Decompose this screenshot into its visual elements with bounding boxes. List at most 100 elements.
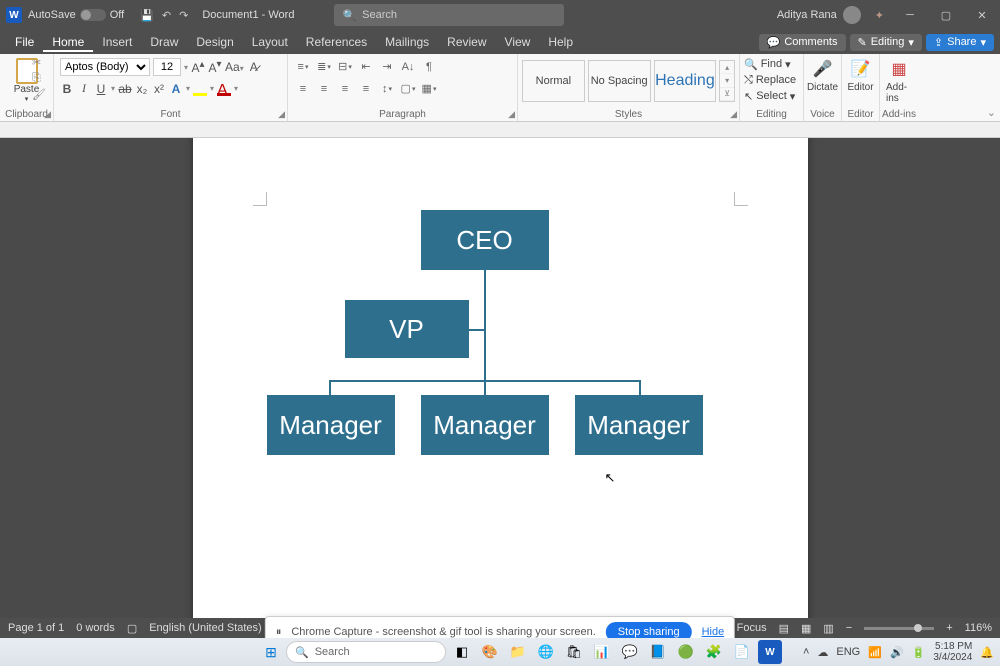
app-icon[interactable]: 📄 (730, 640, 754, 664)
coming-soon-icon[interactable]: ✦ (875, 9, 884, 22)
org-node-manager[interactable]: Manager (267, 395, 395, 455)
read-mode-icon[interactable]: ▤ (779, 622, 789, 635)
collapse-ribbon-icon[interactable]: ⌄ (987, 106, 996, 119)
grow-font-icon[interactable]: A▴ (191, 59, 205, 75)
tab-draw[interactable]: Draw (141, 32, 187, 52)
onedrive-icon[interactable]: ☁ (817, 646, 828, 659)
store-icon[interactable]: 🛍 (562, 640, 586, 664)
zoom-out-icon[interactable]: − (846, 622, 852, 634)
borders-icon[interactable]: ▦▾ (420, 80, 438, 97)
dialog-launcher-icon[interactable]: ◢ (508, 109, 515, 120)
app-icon[interactable]: 🟢 (674, 640, 698, 664)
page-number[interactable]: Page 1 of 1 (8, 622, 64, 634)
text-effects-icon[interactable]: A (169, 82, 183, 96)
copy-icon[interactable]: ⎘ (32, 72, 46, 85)
redo-icon[interactable]: ↷ (179, 9, 188, 22)
font-size-select[interactable]: 12 (153, 58, 181, 76)
clear-format-icon[interactable]: A̷ (247, 60, 261, 74)
taskbar-search[interactable]: 🔍Search (286, 641, 446, 663)
sort-icon[interactable]: A↓ (399, 58, 417, 75)
dictate-button[interactable]: 🎤 Dictate Voice (804, 54, 842, 121)
task-view-icon[interactable]: ◧ (450, 640, 474, 664)
decrease-indent-icon[interactable]: ⇤ (357, 58, 375, 75)
shrink-font-icon[interactable]: A▾ (208, 59, 222, 75)
close-button[interactable]: ✕ (964, 0, 1000, 30)
justify-icon[interactable]: ≡ (357, 80, 375, 97)
notifications-icon[interactable]: 🔔 (980, 646, 994, 659)
start-button[interactable]: ⊞ (260, 641, 282, 663)
editor-button[interactable]: 📝 Editor Editor (842, 54, 880, 121)
tab-references[interactable]: References (297, 32, 376, 52)
strikethrough-button[interactable]: ab (118, 82, 132, 96)
subscript-button[interactable]: x₂ (135, 82, 149, 96)
numbering-icon[interactable]: ≣▾ (315, 58, 333, 75)
print-layout-icon[interactable]: ▦ (801, 622, 811, 635)
volume-icon[interactable]: 🔊 (890, 646, 904, 659)
search-box[interactable]: 🔍 Search (334, 4, 564, 26)
multilevel-icon[interactable]: ⊟▾ (336, 58, 354, 75)
tab-view[interactable]: View (496, 32, 540, 52)
battery-icon[interactable]: 🔋 (912, 646, 926, 659)
underline-button[interactable]: U (94, 82, 108, 96)
language[interactable]: English (United States) (149, 622, 262, 634)
align-center-icon[interactable]: ≡ (315, 80, 333, 97)
save-icon[interactable]: 💾 (140, 9, 154, 22)
show-marks-icon[interactable]: ¶ (420, 58, 438, 75)
org-chart[interactable]: CEO VP Manager Manager Manager ↖ (263, 210, 738, 540)
edge-icon[interactable]: 🌐 (534, 640, 558, 664)
comments-button[interactable]: 💬Comments (759, 34, 846, 51)
maximize-button[interactable]: ▢ (928, 0, 964, 30)
org-node-manager[interactable]: Manager (421, 395, 549, 455)
tab-mailings[interactable]: Mailings (376, 32, 438, 52)
document-area[interactable]: CEO VP Manager Manager Manager ↖ (0, 138, 1000, 646)
page[interactable]: CEO VP Manager Manager Manager ↖ (193, 138, 808, 646)
user-account[interactable]: Aditya Rana (777, 6, 861, 24)
italic-button[interactable]: I (77, 81, 91, 96)
org-node-ceo[interactable]: CEO (421, 210, 549, 270)
format-painter-icon[interactable]: 🖌 (32, 88, 46, 101)
shading-icon[interactable]: ▢▾ (399, 80, 417, 97)
change-case-icon[interactable]: Aa▾ (225, 60, 244, 74)
align-left-icon[interactable]: ≡ (294, 80, 312, 97)
chevron-up-icon[interactable]: ˄ (803, 646, 809, 658)
bullets-icon[interactable]: ≡▾ (294, 58, 312, 75)
font-name-select[interactable]: Aptos (Body) (60, 58, 150, 76)
autosave-toggle[interactable]: AutoSave Off (28, 9, 124, 21)
spell-check-icon[interactable]: ▢ (127, 622, 137, 635)
superscript-button[interactable]: x² (152, 82, 166, 96)
dialog-launcher-icon[interactable]: ◢ (730, 109, 737, 120)
style-heading[interactable]: Heading (654, 60, 717, 102)
tab-design[interactable]: Design (187, 32, 242, 52)
app-icon[interactable]: 📘 (646, 640, 670, 664)
find-button[interactable]: 🔍Find▾ (744, 56, 799, 72)
web-layout-icon[interactable]: ▥ (823, 622, 833, 635)
zoom-slider[interactable] (864, 627, 934, 630)
word-count[interactable]: 0 words (76, 622, 115, 634)
select-button[interactable]: ↖Select▾ (744, 88, 799, 104)
app-icon[interactable]: 🧩 (702, 640, 726, 664)
align-right-icon[interactable]: ≡ (336, 80, 354, 97)
zoom-in-icon[interactable]: + (946, 622, 952, 634)
addins-button[interactable]: ▦ Add-ins Add-ins (880, 54, 918, 121)
clock[interactable]: 5:18 PM 3/4/2024 (933, 641, 972, 663)
tab-file[interactable]: File (6, 32, 43, 52)
cut-icon[interactable]: ✂ (32, 56, 46, 69)
ruler[interactable] (0, 122, 1000, 138)
zoom-level[interactable]: 116% (965, 622, 992, 634)
style-normal[interactable]: Normal (522, 60, 585, 102)
hide-bar-button[interactable]: Hide (702, 626, 725, 638)
explorer-icon[interactable]: 📁 (506, 640, 530, 664)
editing-mode-button[interactable]: ✎Editing▾ (850, 34, 922, 51)
replace-button[interactable]: ⤭Replace (744, 72, 799, 88)
share-button[interactable]: ⇪Share▾ (926, 34, 994, 51)
dialog-launcher-icon[interactable]: ◢ (44, 109, 51, 120)
highlight-color-icon[interactable] (193, 82, 207, 96)
dialog-launcher-icon[interactable]: ◢ (278, 109, 285, 120)
bold-button[interactable]: B (60, 82, 74, 96)
word-icon[interactable]: W (758, 640, 782, 664)
tab-review[interactable]: Review (438, 32, 495, 52)
tab-insert[interactable]: Insert (93, 32, 141, 52)
app-icon[interactable]: 🎨 (478, 640, 502, 664)
pause-icon[interactable]: ⏸ (276, 626, 282, 639)
increase-indent-icon[interactable]: ⇥ (378, 58, 396, 75)
